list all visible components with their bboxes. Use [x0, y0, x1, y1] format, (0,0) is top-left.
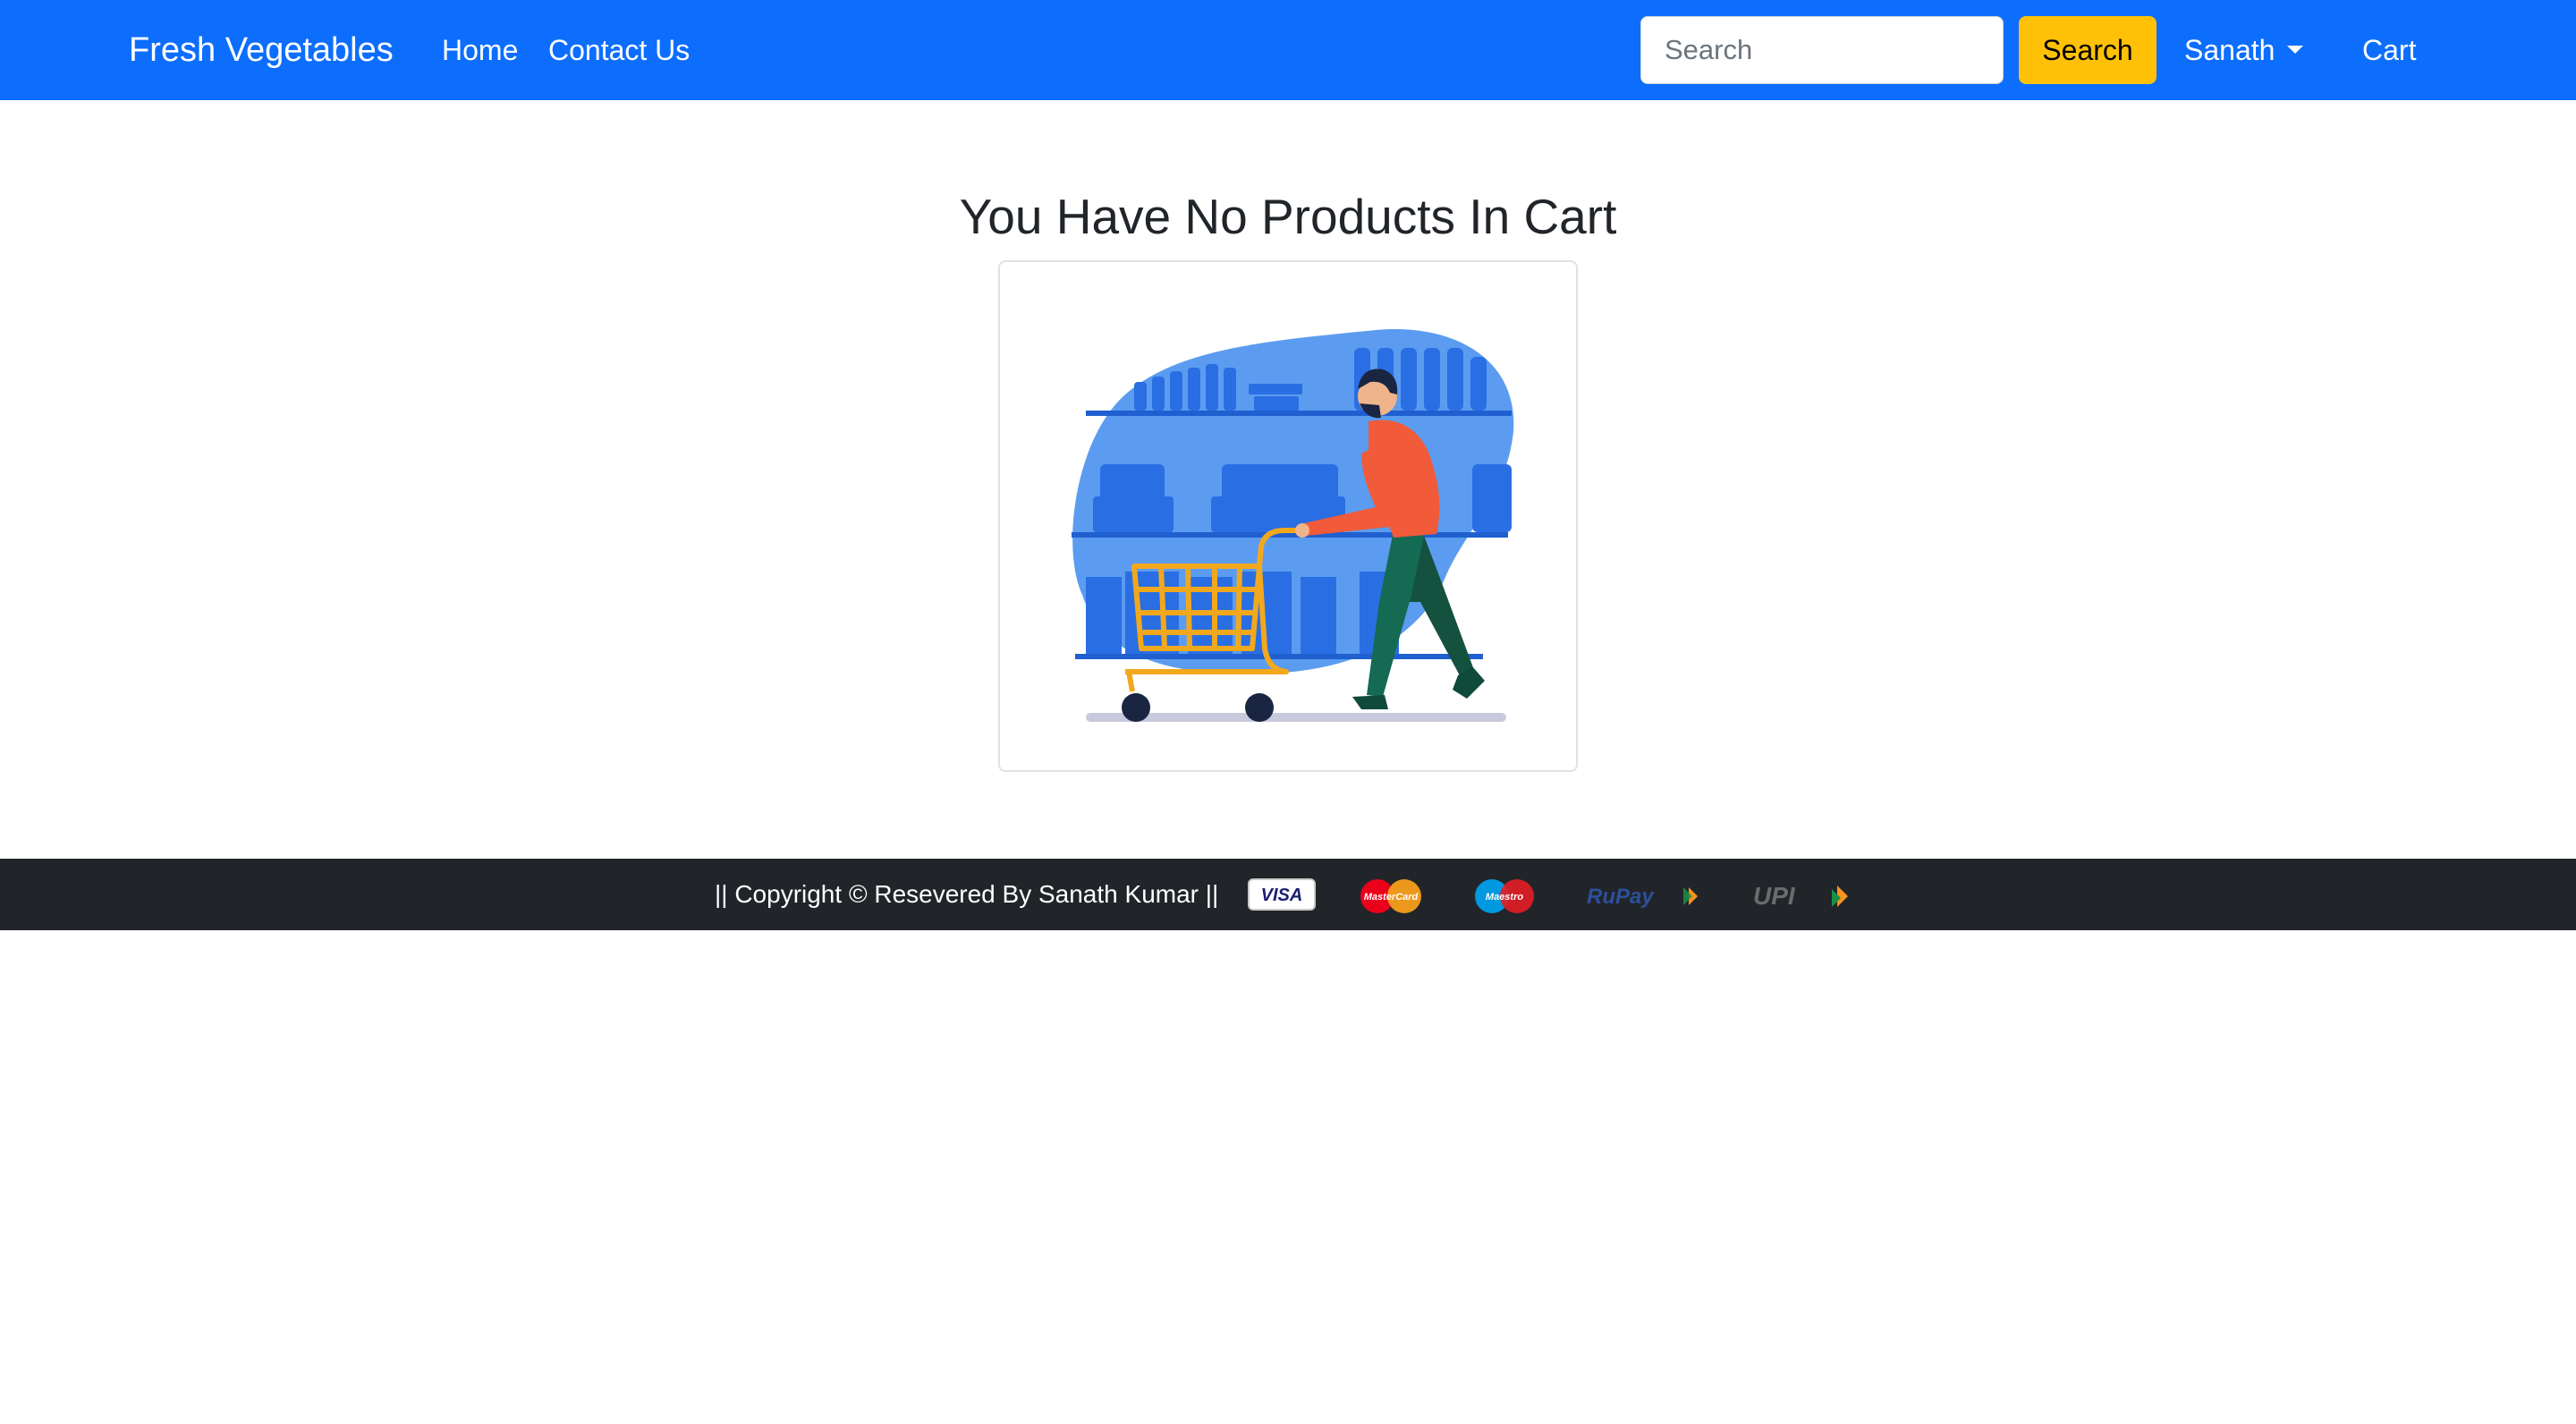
mastercard-logo: MasterCard [1360, 879, 1421, 913]
user-name: Sanath [2184, 34, 2275, 66]
svg-text:VISA: VISA [1261, 886, 1303, 905]
cart-link[interactable]: Cart [2362, 30, 2416, 71]
nav-link-contact-us[interactable]: Contact Us [548, 30, 690, 71]
brand-link[interactable]: Fresh Vegetables [129, 27, 394, 73]
search-button[interactable]: Search [2019, 16, 2157, 84]
copyright-text: || Copyright © Resevered By Sanath Kumar… [715, 880, 1219, 908]
svg-text:Maestro: Maestro [1486, 892, 1523, 903]
empty-cart-heading: You Have No Products In Cart [959, 189, 1617, 244]
user-dropdown-toggle[interactable]: Sanath [2184, 30, 2304, 71]
svg-text:RuPay: RuPay [1587, 885, 1655, 909]
chevron-down-icon [2287, 46, 2304, 55]
nav-link-home[interactable]: Home [442, 30, 518, 71]
upi-logo: UPI [1753, 882, 1848, 910]
footer: || Copyright © Resevered By Sanath Kumar… [0, 859, 2576, 930]
search-input[interactable] [1640, 16, 2004, 84]
rupay-logo: RuPay [1587, 885, 1698, 909]
navbar: Fresh Vegetables Home Contact Us Search … [0, 0, 2576, 100]
svg-text:UPI: UPI [1753, 882, 1796, 910]
shopper-cart-illustration [1072, 329, 1514, 722]
empty-cart-image-card [998, 260, 1578, 772]
visa-logo: VISA [1248, 878, 1316, 911]
svg-text:MasterCard: MasterCard [1364, 892, 1419, 903]
maestro-logo: Maestro [1475, 879, 1534, 913]
